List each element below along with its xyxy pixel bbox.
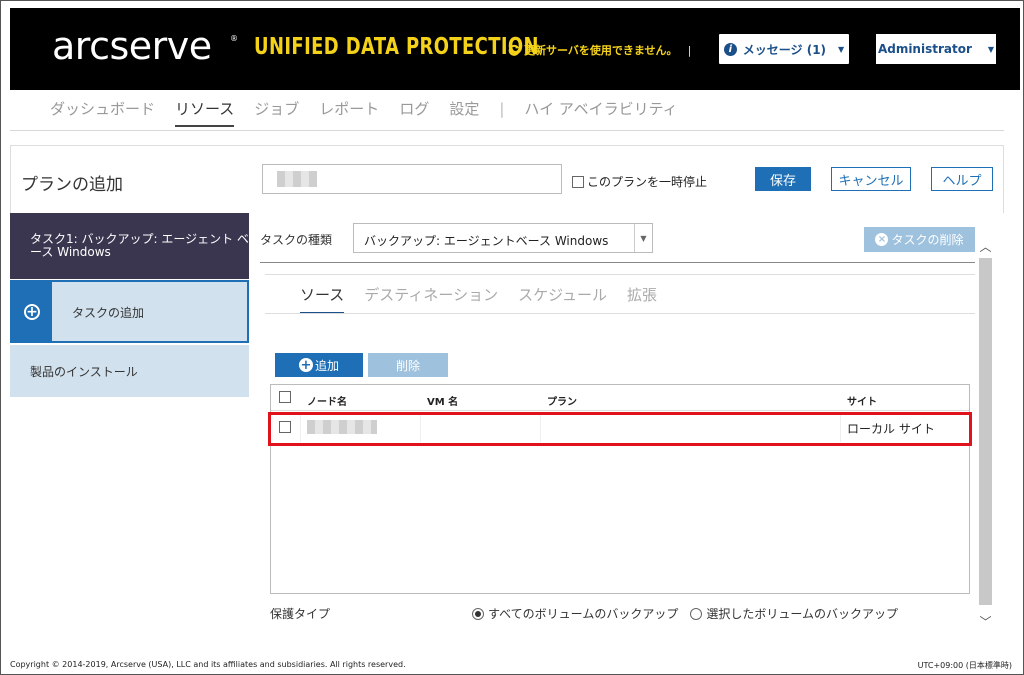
nav-log[interactable]: ログ xyxy=(399,98,429,130)
update-warning-text: 更新サーバを使用できません。 xyxy=(524,44,678,57)
add-node-label: 追加 xyxy=(314,358,339,373)
messages-label: メッセージ (1) xyxy=(742,42,827,57)
close-circle-icon: × xyxy=(875,233,889,246)
add-node-button[interactable]: + 追加 xyxy=(275,353,363,377)
redacted-plan-name xyxy=(277,171,317,187)
copyright-text: Copyright © 2014-2019, Arcserve (USA), L… xyxy=(10,660,406,669)
task-type-value: バックアップ: エージェントベース Windows xyxy=(364,234,609,248)
source-node-table: ノード名 VM 名 プラン サイト ローカル サイト xyxy=(270,384,970,594)
column-header-site[interactable]: サイト xyxy=(841,385,969,411)
nav-dashboard[interactable]: ダッシュボード xyxy=(50,98,155,130)
add-task-label: タスクの追加 xyxy=(72,306,145,320)
nav-reports[interactable]: レポート xyxy=(319,98,379,130)
nav-jobs[interactable]: ジョブ xyxy=(254,98,299,130)
redacted-node-name xyxy=(307,420,377,434)
scrollbar-thumb[interactable] xyxy=(979,258,992,605)
add-task-icon-box: + xyxy=(12,282,52,341)
plan-toolbar: プランの追加 このプランを一時停止 保存 キャンセル ヘルプ xyxy=(10,145,1004,213)
nav-resources[interactable]: リソース xyxy=(175,98,235,130)
user-name: Administrator xyxy=(877,42,972,56)
task-type-select[interactable]: バックアップ: エージェントベース Windows ▼ xyxy=(353,223,653,253)
product-name: UNIFIED DATA PROTECTION xyxy=(254,34,539,60)
nav-divider-line xyxy=(10,130,1004,131)
column-header-node[interactable]: ノード名 xyxy=(301,385,421,411)
radio-selected-volumes[interactable] xyxy=(690,607,703,620)
row-checkbox-cell xyxy=(271,412,301,442)
delete-task-button[interactable]: × タスクの削除 xyxy=(864,227,975,252)
plus-circle-icon: + xyxy=(24,303,40,320)
chevron-down-icon[interactable]: ﹀ xyxy=(977,611,994,631)
pause-plan-label: このプランを一時停止 xyxy=(587,175,708,189)
protection-type-options: すべてのボリュームのバックアップ 選択したボリュームのバックアップ xyxy=(472,605,898,622)
header-separator: | xyxy=(687,43,692,57)
cancel-button[interactable]: キャンセル xyxy=(831,167,911,191)
registered-mark: ® xyxy=(230,34,238,43)
select-all-checkbox[interactable] xyxy=(279,391,291,403)
vm-name-cell xyxy=(421,412,541,442)
delete-task-label: タスクの削除 xyxy=(891,233,964,247)
tab-destination[interactable]: デスティネーション xyxy=(364,284,498,314)
task-subtabs: ソース デスティネーション スケジュール 拡張 xyxy=(300,284,677,314)
site-cell: ローカル サイト xyxy=(847,422,935,436)
plan-name-input[interactable] xyxy=(262,164,562,194)
info-icon: i xyxy=(723,42,737,56)
arcserve-logo: arcserve xyxy=(52,24,212,68)
node-name-cell xyxy=(301,412,421,442)
nav-divider: | xyxy=(499,100,505,118)
task-type-label: タスクの種類 xyxy=(260,233,333,247)
dropdown-arrow-icon[interactable]: ▼ xyxy=(634,224,652,252)
main-nav: ダッシュボード リソース ジョブ レポート ログ 設定 | ハイ アベイラビリテ… xyxy=(50,98,698,130)
subtab-divider xyxy=(265,313,975,314)
column-header-plan[interactable]: プラン xyxy=(541,385,841,411)
tab-source[interactable]: ソース xyxy=(300,284,345,314)
sidebar-item-install[interactable]: 製品のインストール xyxy=(10,345,249,397)
remove-node-button[interactable]: 削除 xyxy=(368,353,448,377)
nav-settings[interactable]: 設定 xyxy=(449,98,479,130)
checkbox-box[interactable] xyxy=(572,175,584,188)
radio-all-volumes-label[interactable]: すべてのボリュームのバックアップ xyxy=(488,605,678,622)
vertical-scrollbar[interactable]: ︿ ﹀ xyxy=(977,228,994,633)
sidebar-item-task1[interactable]: タスク1: バックアップ: エージェント ベース Windows xyxy=(10,213,249,279)
radio-selected-volumes-label[interactable]: 選択したボリュームのバックアップ xyxy=(706,605,898,622)
update-server-warning[interactable]: 更新サーバを使用できません。 | xyxy=(508,42,691,58)
timezone-text: UTC+09:00 (日本標準時) xyxy=(917,661,1012,670)
section-divider xyxy=(260,262,975,263)
row-checkbox[interactable] xyxy=(279,421,291,433)
header-checkbox-cell xyxy=(271,385,301,411)
radio-all-volumes[interactable] xyxy=(472,607,484,620)
plan-cell xyxy=(541,412,841,442)
table-header: ノード名 VM 名 プラン サイト xyxy=(271,385,969,411)
table-row[interactable]: ローカル サイト xyxy=(271,412,969,442)
content-box-top xyxy=(265,274,975,275)
chevron-down-icon: ▼ xyxy=(987,44,995,54)
chevron-down-icon: ▼ xyxy=(838,44,845,54)
messages-button[interactable]: i メッセージ (1) ▼ xyxy=(719,34,849,64)
app-header: arcserve ® UNIFIED DATA PROTECTION 更新サーバ… xyxy=(10,8,1020,90)
chevron-up-icon[interactable]: ︿ xyxy=(977,236,994,256)
column-header-vm[interactable]: VM 名 xyxy=(421,385,541,411)
tab-schedule[interactable]: スケジュール xyxy=(518,284,607,314)
refresh-icon xyxy=(508,44,520,56)
pause-plan-checkbox[interactable]: このプランを一時停止 xyxy=(572,173,707,190)
nav-high-availability[interactable]: ハイ アベイラビリティ xyxy=(524,98,677,130)
sidebar-item-add-task[interactable]: + タスクの追加 xyxy=(10,280,249,343)
user-menu-button[interactable]: Administrator ▼ xyxy=(876,34,996,64)
tab-advanced[interactable]: 拡張 xyxy=(627,284,657,314)
help-button[interactable]: ヘルプ xyxy=(931,167,993,191)
save-button[interactable]: 保存 xyxy=(755,167,811,191)
protection-type-label: 保護タイプ xyxy=(270,607,331,621)
page-title: プランの追加 xyxy=(21,175,123,195)
plus-circle-icon: + xyxy=(298,357,313,373)
